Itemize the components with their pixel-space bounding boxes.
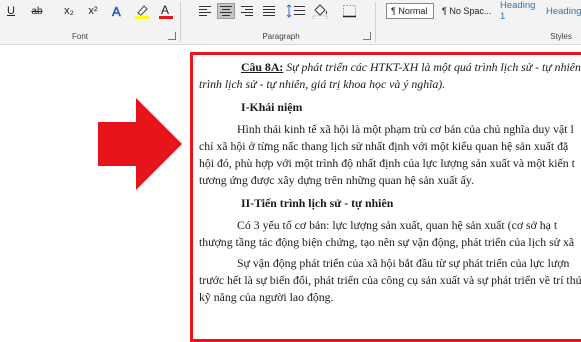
align-right-button[interactable] [239,3,255,19]
font-group: U ab x₂ x² A A Font [0,0,180,44]
align-center-button[interactable] [217,3,235,19]
paragraph-line: thượng tầng tác động biện chứng, tạo nên… [199,235,575,249]
red-arrow-icon [98,98,182,190]
align-center-icon [220,6,232,16]
paint-bucket-icon [312,4,328,19]
underline-button[interactable]: U [4,3,18,19]
paragraph-line: tương ứng được xây dựng trên những quan … [199,173,474,187]
question-text: Sự phát triển các HTKT-XH là một quá trì… [283,60,581,74]
paragraph-line: Sự vận động phát triển của xã hội bắt đầ… [237,256,570,270]
align-left-button[interactable] [197,3,213,19]
styles-group: ¶ Normal ¶ No Spac... Heading 1 Heading … [376,0,581,44]
paragraph-group-label: Paragraph [262,32,300,41]
text-effects-button[interactable]: A [110,3,126,19]
paragraph-line: kỹ năng của người lao động. [199,290,334,304]
text-effects-icon: A [112,4,122,18]
svg-text:A: A [112,4,121,18]
font-group-label: Font [71,32,88,41]
paragraph-line: Hình thái kinh tế xã hội là một phạm trù… [237,122,574,136]
justify-icon [263,6,275,16]
shading-button[interactable] [311,3,333,19]
highlighter-icon [135,5,149,19]
heading-khai-niem: I-Khái niệm [241,100,303,114]
svg-text:A: A [161,3,169,17]
style-heading-1[interactable]: Heading 1 [496,0,540,22]
superscript-button[interactable]: x² [84,3,102,19]
style-no-spacing[interactable]: ¶ No Spac... [438,3,496,19]
subscript-button[interactable]: x₂ [60,3,78,19]
highlight-button[interactable] [134,3,150,19]
borders-icon [343,5,356,18]
style-normal[interactable]: ¶ Normal [386,3,434,19]
ribbon: U ab x₂ x² A A Font Paragraph ¶ Normal ¶… [0,0,581,45]
question-text-continued: trình lịch sử - tự nhiên, giá trị khoa h… [199,77,446,91]
font-dialog-launcher[interactable] [168,32,176,40]
align-left-icon [199,6,211,16]
style-heading-2[interactable]: Heading [542,3,581,19]
borders-button[interactable] [339,3,361,19]
line-spacing-icon [286,4,305,18]
font-color-button[interactable]: A [158,3,174,19]
paragraph-line: hội đó, phù hợp với một trình độ nhất đị… [199,156,575,170]
question-label: Câu 8A: [241,60,284,74]
line-spacing-button[interactable] [285,3,307,19]
highlight-frame: Câu 8A: Sự phát triển các HTKT-XH là một… [190,52,581,342]
strikethrough-button[interactable]: ab [28,3,46,19]
paragraph-group: Paragraph [181,0,375,44]
paragraph-dialog-launcher[interactable] [363,32,371,40]
styles-group-label: Styles [550,32,572,41]
document-body[interactable]: Câu 8A: Sự phát triển các HTKT-XH là một… [199,59,581,306]
align-right-icon [241,6,253,16]
font-color-icon: A [159,3,173,19]
paragraph-line: trước hết là sự biến đổi, phát triển của… [199,273,581,287]
paragraph-line: chỉ xã hội ở từng nấc thang lịch sử nhất… [199,139,569,153]
paragraph-line: Có 3 yếu tố cơ bản: lực lượng sản xuất, … [237,218,558,232]
justify-button[interactable] [261,3,277,19]
heading-tien-trinh: II-Tiến trình lịch sử - tự nhiên [241,196,394,210]
